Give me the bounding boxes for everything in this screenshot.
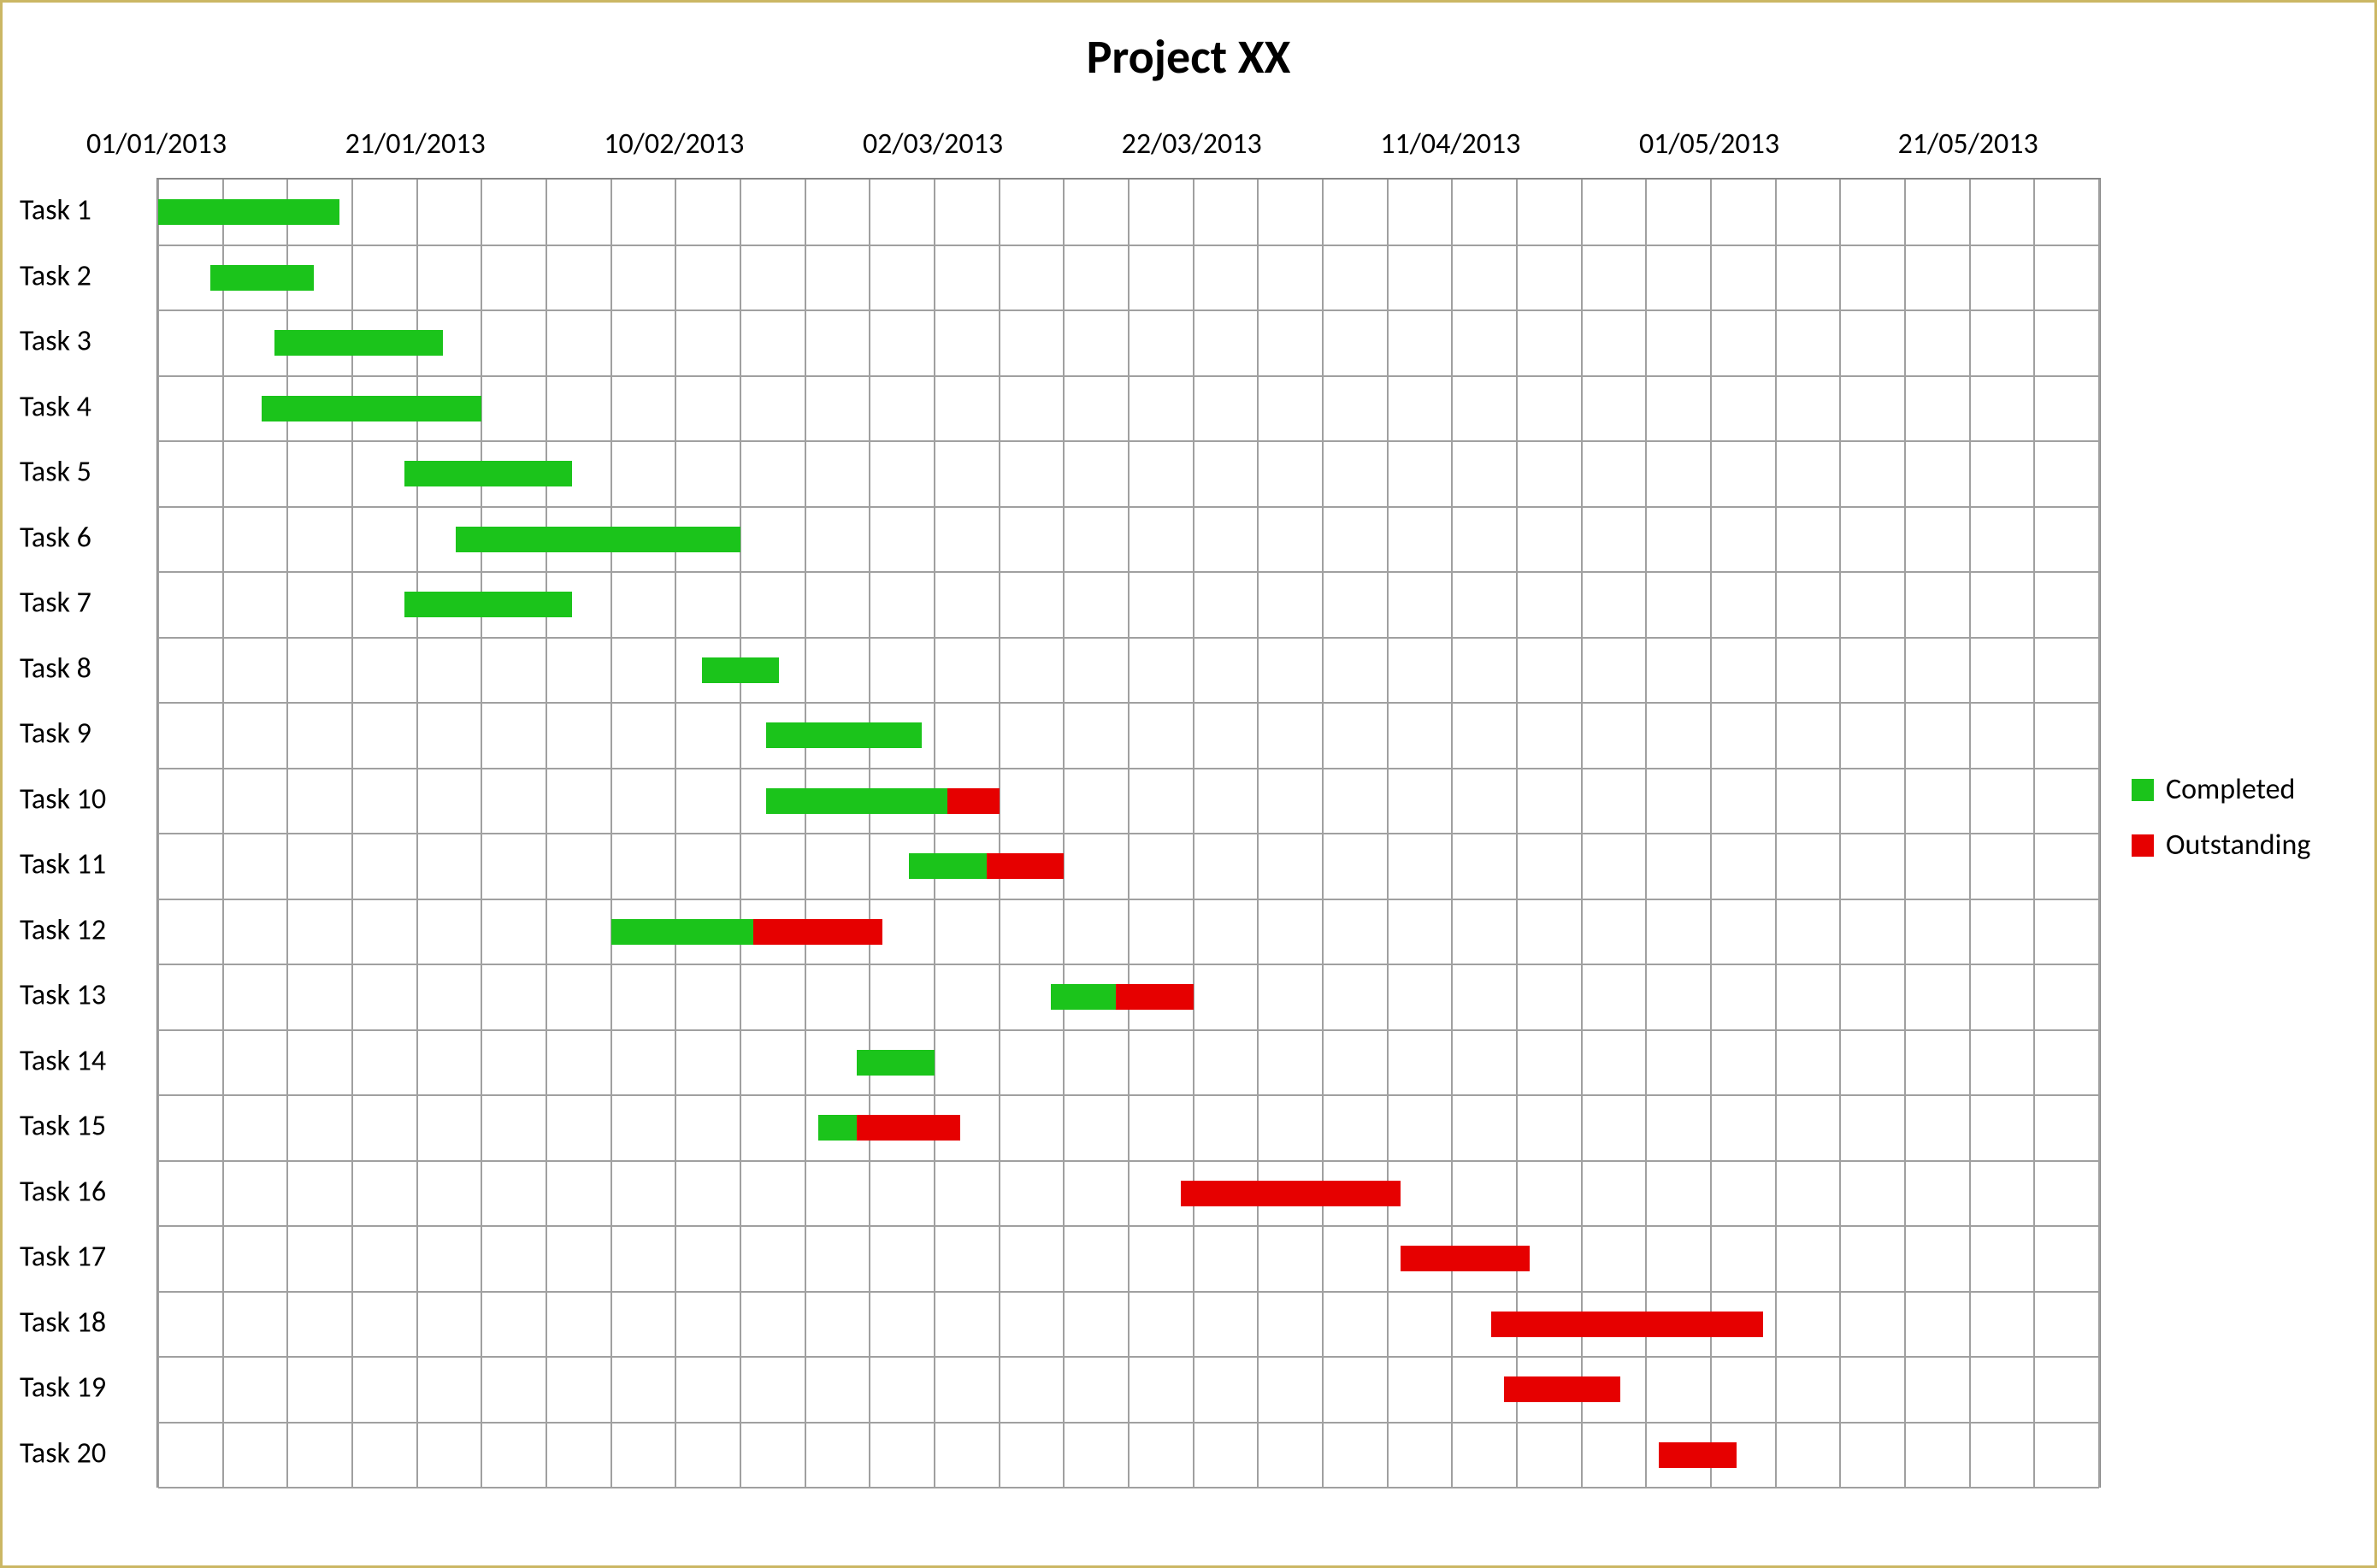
legend-swatch-completed bbox=[2132, 779, 2154, 801]
h-gridline bbox=[158, 245, 2099, 246]
bar-segment-outstanding bbox=[753, 919, 882, 945]
h-gridline bbox=[158, 571, 2099, 573]
h-gridline bbox=[158, 768, 2099, 769]
x-tick-label: 01/05/2013 bbox=[1639, 127, 1779, 162]
y-category-label: Task 3 bbox=[20, 324, 91, 359]
bar-segment-outstanding bbox=[1659, 1442, 1737, 1468]
h-gridline bbox=[158, 309, 2099, 311]
y-category-label: Task 13 bbox=[20, 978, 106, 1013]
y-category-label: Task 17 bbox=[20, 1240, 106, 1275]
h-gridline bbox=[158, 833, 2099, 834]
y-category-label: Task 18 bbox=[20, 1305, 106, 1340]
h-gridline bbox=[158, 1291, 2099, 1293]
y-category-label: Task 20 bbox=[20, 1435, 106, 1471]
h-gridline bbox=[158, 1356, 2099, 1358]
h-gridline bbox=[158, 899, 2099, 900]
y-category-label: Task 16 bbox=[20, 1174, 106, 1209]
legend-label-completed: Completed bbox=[2166, 772, 2295, 807]
y-category-label: Task 4 bbox=[20, 389, 91, 424]
bar-segment-completed bbox=[210, 265, 314, 291]
legend-item-completed: Completed bbox=[2132, 772, 2310, 807]
bar-segment-outstanding bbox=[1181, 1181, 1401, 1206]
h-gridline bbox=[158, 440, 2099, 442]
x-tick-label: 22/03/2013 bbox=[1122, 127, 1262, 162]
y-category-label: Task 6 bbox=[20, 520, 91, 555]
h-gridline bbox=[158, 1225, 2099, 1227]
bar-segment-completed bbox=[158, 199, 339, 225]
y-category-label: Task 5 bbox=[20, 455, 91, 490]
h-gridline bbox=[158, 702, 2099, 704]
h-gridline bbox=[158, 1160, 2099, 1162]
y-category-label: Task 14 bbox=[20, 1043, 106, 1078]
legend-swatch-outstanding bbox=[2132, 834, 2154, 857]
legend-item-outstanding: Outstanding bbox=[2132, 828, 2310, 863]
bar-segment-outstanding bbox=[857, 1115, 960, 1141]
y-category-label: Task 7 bbox=[20, 586, 91, 621]
legend-label-outstanding: Outstanding bbox=[2166, 828, 2310, 863]
h-gridline bbox=[158, 1487, 2099, 1488]
x-tick-label: 02/03/2013 bbox=[863, 127, 1003, 162]
h-gridline bbox=[158, 1422, 2099, 1424]
bar-segment-completed bbox=[766, 722, 922, 748]
y-category-label: Task 15 bbox=[20, 1109, 106, 1144]
bar-segment-completed bbox=[1051, 984, 1116, 1010]
x-tick-label: 01/01/2013 bbox=[86, 127, 227, 162]
y-category-label: Task 12 bbox=[20, 912, 106, 947]
y-category-label: Task 10 bbox=[20, 781, 106, 816]
y-category-label: Task 8 bbox=[20, 651, 91, 686]
bar-segment-completed bbox=[404, 461, 573, 486]
bar-segment-outstanding bbox=[1491, 1312, 1763, 1337]
bar-segment-completed bbox=[262, 396, 481, 421]
x-tick-label: 21/01/2013 bbox=[345, 127, 486, 162]
bar-segment-completed bbox=[909, 853, 987, 879]
h-gridline bbox=[158, 375, 2099, 377]
y-category-label: Task 2 bbox=[20, 258, 91, 293]
legend: Completed Outstanding bbox=[2132, 772, 2310, 883]
y-category-label: Task 9 bbox=[20, 716, 91, 752]
y-category-label: Task 11 bbox=[20, 847, 106, 882]
y-category-label: Task 19 bbox=[20, 1371, 106, 1406]
bar-segment-outstanding bbox=[1116, 984, 1194, 1010]
bar-segment-outstanding bbox=[947, 788, 1000, 814]
bar-segment-completed bbox=[274, 330, 443, 356]
h-gridline bbox=[158, 964, 2099, 965]
bar-segment-completed bbox=[456, 527, 740, 552]
bar-segment-completed bbox=[857, 1050, 935, 1076]
h-gridline bbox=[158, 1094, 2099, 1096]
h-gridline bbox=[158, 637, 2099, 639]
chart-frame: { "title": "Project XX", "legend": { "co… bbox=[0, 0, 2377, 1568]
x-tick-label: 11/04/2013 bbox=[1380, 127, 1520, 162]
bar-segment-completed bbox=[404, 592, 573, 617]
bar-segment-completed bbox=[611, 919, 753, 945]
bar-segment-outstanding bbox=[1504, 1376, 1620, 1402]
bar-segment-outstanding bbox=[1401, 1246, 1530, 1271]
x-tick-label: 21/05/2013 bbox=[1898, 127, 2038, 162]
chart-title: Project XX bbox=[3, 28, 2374, 86]
x-tick-label: 10/02/2013 bbox=[604, 127, 744, 162]
bar-segment-completed bbox=[818, 1115, 857, 1141]
bar-segment-completed bbox=[702, 657, 780, 683]
plot-area bbox=[156, 178, 2101, 1488]
y-category-label: Task 1 bbox=[20, 193, 91, 228]
bar-segment-completed bbox=[766, 788, 947, 814]
bar-segment-outstanding bbox=[987, 853, 1065, 879]
h-gridline bbox=[158, 506, 2099, 508]
h-gridline bbox=[158, 1029, 2099, 1031]
